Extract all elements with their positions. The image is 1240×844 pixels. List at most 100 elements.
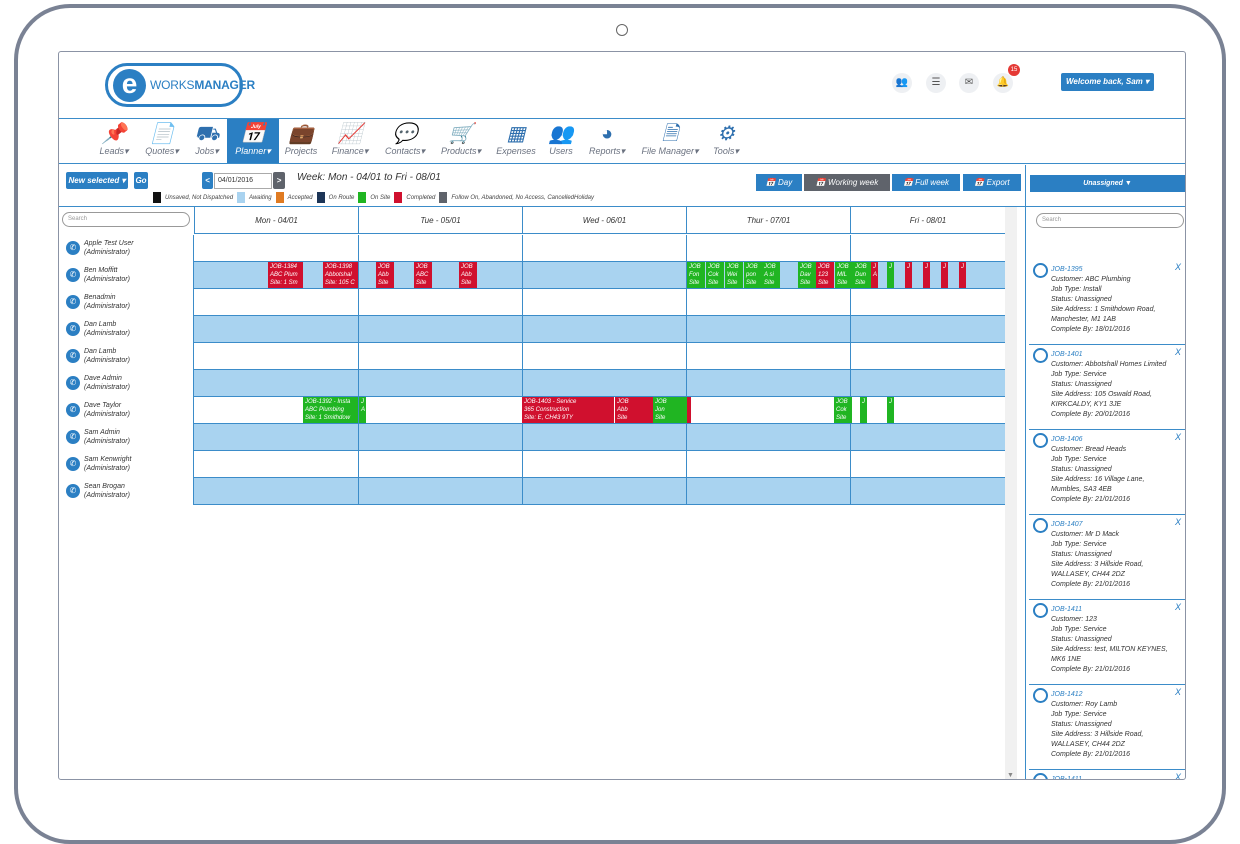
job-block[interactable]: J bbox=[860, 397, 867, 423]
phone-icon[interactable]: ✆ bbox=[66, 349, 80, 363]
job-block[interactable]: JOB Abb Site bbox=[376, 262, 394, 288]
job-block[interactable]: JOB Jon Site bbox=[653, 397, 687, 423]
nav-expenses[interactable]: ▦ Expenses bbox=[495, 119, 537, 163]
view-day-button[interactable]: 📅 Day bbox=[756, 174, 802, 191]
view-working-week-button[interactable]: 📅 Working week bbox=[804, 174, 890, 191]
scroll-down-icon[interactable]: ▼ bbox=[1007, 772, 1014, 779]
go-button[interactable]: Go bbox=[134, 172, 148, 189]
unassigned-search-input[interactable]: Search bbox=[1036, 213, 1184, 228]
close-icon[interactable]: X bbox=[1175, 772, 1181, 779]
phone-icon[interactable]: ✆ bbox=[66, 295, 80, 309]
date-input[interactable]: 04/01/2016 bbox=[214, 173, 272, 189]
job-id-link[interactable]: JOB-1401 bbox=[1051, 351, 1083, 358]
job-block[interactable]: J bbox=[959, 262, 966, 288]
close-icon[interactable]: X bbox=[1175, 347, 1181, 357]
phone-icon[interactable]: ✆ bbox=[66, 376, 80, 390]
job-block[interactable]: JA bbox=[871, 262, 878, 288]
list-icon[interactable]: ☰ bbox=[926, 73, 946, 93]
job-block[interactable]: JOB-1384 ABC Plum Site: 1 Sm bbox=[268, 262, 303, 288]
nav-jobs[interactable]: ⛟ Jobs▾ bbox=[189, 119, 225, 163]
export-button[interactable]: 📅 Export bbox=[963, 174, 1021, 191]
day-cells[interactable] bbox=[194, 289, 1005, 315]
job-block[interactable]: JA bbox=[359, 397, 366, 423]
next-week-button[interactable]: > bbox=[273, 172, 285, 189]
day-cells[interactable] bbox=[194, 478, 1005, 504]
unassigned-filter-button[interactable]: Unassigned ▼ bbox=[1030, 175, 1185, 192]
job-block[interactable]: JOB Dav Site bbox=[798, 262, 816, 288]
job-block[interactable]: JOB Abb Site bbox=[459, 262, 477, 288]
job-block[interactable]: JOB Fon Site bbox=[687, 262, 705, 288]
day-cells[interactable]: JOB-1392 - Insta ABC Plumbing Site: 1 Smit… bbox=[194, 397, 1005, 423]
job-block[interactable]: JOB-1398 Abbotshal Site: 105 C bbox=[323, 262, 358, 288]
close-icon[interactable]: X bbox=[1175, 432, 1181, 442]
phone-icon[interactable]: ✆ bbox=[66, 268, 80, 282]
day-cells[interactable] bbox=[194, 343, 1005, 369]
job-block[interactable]: JOB-1392 - Insta ABC Plumbing Site: 1 Smit… bbox=[303, 397, 358, 423]
day-cells[interactable] bbox=[194, 235, 1005, 261]
phone-icon[interactable]: ✆ bbox=[66, 430, 80, 444]
nav-finance[interactable]: 📈 Finance▾ bbox=[329, 119, 371, 163]
phone-icon[interactable]: ✆ bbox=[66, 322, 80, 336]
job-block[interactable]: J bbox=[887, 397, 894, 423]
job-block[interactable]: JOB A si Site bbox=[762, 262, 780, 288]
nav-quotes[interactable]: 📄 Quotes▾ bbox=[141, 119, 183, 163]
nav-tools[interactable]: ⚙ Tools▾ bbox=[709, 119, 743, 163]
job-block[interactable]: JOB MIL Site bbox=[835, 262, 853, 288]
job-block[interactable]: JOB 123 Site bbox=[816, 262, 834, 288]
day-cells[interactable]: JOB-1384 ABC Plum Site: 1 Sm JOB-1398 Abbots… bbox=[194, 262, 1005, 288]
phone-icon[interactable]: ✆ bbox=[66, 403, 80, 417]
job-id-link[interactable]: JOB-1395 bbox=[1051, 266, 1083, 273]
new-selected-button[interactable]: New selected ▾ bbox=[66, 172, 128, 189]
view-full-week-button[interactable]: 📅 Full week bbox=[892, 174, 960, 191]
phone-icon[interactable]: ✆ bbox=[66, 241, 80, 255]
job-block[interactable]: JOB Abb Site bbox=[615, 397, 653, 423]
job-block[interactable]: J bbox=[887, 262, 894, 288]
bell-icon[interactable]: 🔔 bbox=[993, 73, 1013, 93]
job-id-link[interactable]: JOB-1407 bbox=[1051, 521, 1083, 528]
nav-reports[interactable]: ◕ Reports▾ bbox=[585, 119, 629, 163]
day-cells[interactable] bbox=[194, 451, 1005, 477]
nav-products[interactable]: 🛒 Products▾ bbox=[437, 119, 485, 163]
unassigned-job-card[interactable]: JOB-1411XCustomer: 123Job Type: Service bbox=[1029, 769, 1185, 779]
day-cells[interactable] bbox=[194, 424, 1005, 450]
job-id-link[interactable]: JOB-1406 bbox=[1051, 436, 1083, 443]
day-cells[interactable] bbox=[194, 370, 1005, 396]
job-block[interactable]: JOB Dun Site bbox=[853, 262, 871, 288]
job-id-link[interactable]: JOB-1411 bbox=[1051, 776, 1082, 779]
job-block[interactable]: JOB ABC Site bbox=[414, 262, 432, 288]
close-icon[interactable]: X bbox=[1175, 602, 1181, 612]
unassigned-job-card[interactable]: JOB-1395 X Customer: ABC Plumbing Job Type:… bbox=[1029, 259, 1185, 345]
unassigned-job-card[interactable]: JOB-1406 X Customer: Bread Heads Job Type: … bbox=[1029, 429, 1185, 515]
job-block[interactable] bbox=[687, 397, 691, 423]
job-block[interactable]: J bbox=[941, 262, 948, 288]
job-block[interactable]: JOB pon Site bbox=[744, 262, 762, 288]
unassigned-job-card[interactable]: JOB-1407 X Customer: Mr D Mack Job Type: Se… bbox=[1029, 514, 1185, 600]
job-block[interactable]: JOB Cok Site bbox=[834, 397, 852, 423]
nav-leads[interactable]: 📌 Leads▾ bbox=[96, 119, 132, 163]
close-icon[interactable]: X bbox=[1175, 687, 1181, 697]
planner-scrollbar[interactable]: ▼ bbox=[1005, 207, 1017, 779]
job-block[interactable]: JOB Wei Site bbox=[725, 262, 743, 288]
job-block[interactable]: JOB Cok Site bbox=[706, 262, 724, 288]
unassigned-job-card[interactable]: JOB-1412 X Customer: Roy Lamb Job Type: Ser… bbox=[1029, 684, 1185, 770]
job-block[interactable]: J bbox=[905, 262, 912, 288]
logo[interactable]: e WORKSMANAGER bbox=[105, 63, 255, 107]
job-id-link[interactable]: JOB-1412 bbox=[1051, 691, 1083, 698]
day-cells[interactable] bbox=[194, 316, 1005, 342]
nav-projects[interactable]: 💼 Projects bbox=[281, 119, 321, 163]
nav-users[interactable]: 👥 Users bbox=[545, 119, 577, 163]
prev-week-button[interactable]: < bbox=[202, 172, 213, 189]
users-icon[interactable]: 👥 bbox=[892, 73, 912, 93]
phone-icon[interactable]: ✆ bbox=[66, 457, 80, 471]
close-icon[interactable]: X bbox=[1175, 517, 1181, 527]
nav-contacts[interactable]: 💬 Contacts▾ bbox=[381, 119, 429, 163]
close-icon[interactable]: X bbox=[1175, 262, 1181, 272]
job-block[interactable]: J bbox=[923, 262, 930, 288]
unassigned-job-card[interactable]: JOB-1401 X Customer: Abbotshall Homes Limi… bbox=[1029, 344, 1185, 430]
nav-file-manager[interactable]: 🗎 File Manager▾ bbox=[637, 119, 703, 163]
job-id-link[interactable]: JOB-1411 bbox=[1051, 606, 1082, 613]
nav-planner[interactable]: 📅 Planner▾ bbox=[227, 119, 279, 163]
mail-icon[interactable]: ✉ bbox=[959, 73, 979, 93]
welcome-dropdown[interactable]: Welcome back, Sam ▾ bbox=[1061, 73, 1154, 91]
phone-icon[interactable]: ✆ bbox=[66, 484, 80, 498]
